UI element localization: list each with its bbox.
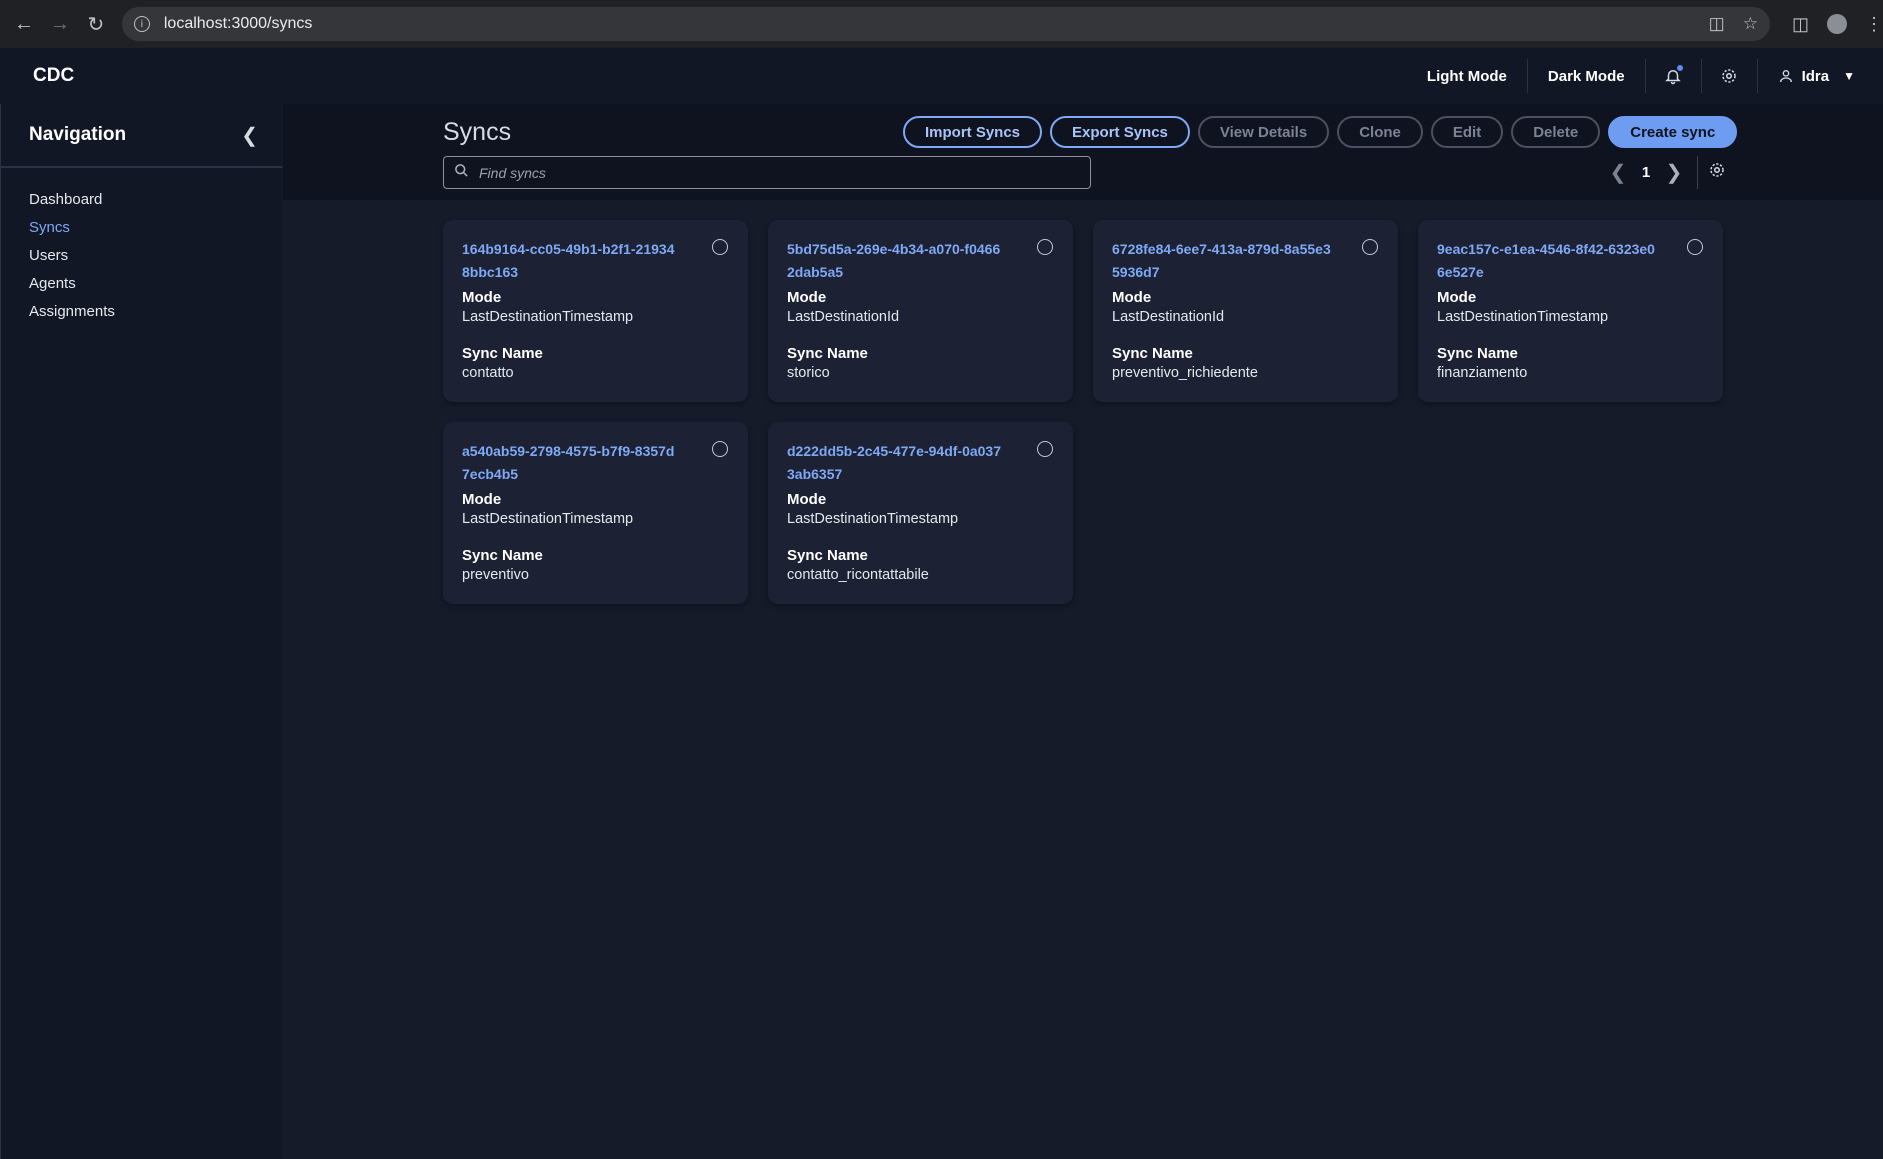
forward-icon[interactable]: → [42, 6, 78, 42]
select-radio[interactable] [712, 441, 728, 457]
caret-down-icon: ▼ [1843, 69, 1855, 83]
export-syncs-button[interactable]: Export Syncs [1050, 116, 1190, 148]
mode-value: LastDestinationTimestamp [787, 511, 959, 527]
mode-label: Mode [1112, 289, 1152, 306]
notification-dot [1676, 65, 1683, 71]
url-text[interactable]: localhost:3000/syncs [164, 15, 313, 33]
delete-button[interactable]: Delete [1511, 116, 1601, 148]
user-icon [1779, 70, 1792, 83]
select-radio[interactable] [1687, 239, 1703, 255]
browser-toolbar: ← → ↻ i localhost:3000/syncs ◫ ☆ ◫ ⋮ [0, 0, 1883, 48]
mode-label: Mode [787, 289, 827, 306]
select-radio[interactable] [1037, 441, 1053, 457]
main-content: Syncs Import Syncs Export Syncs View Det… [283, 104, 1883, 1159]
action-buttons: Import Syncs Export Syncs View Details C… [903, 116, 1738, 148]
site-info-icon[interactable]: i [133, 16, 150, 32]
user-name: Idra [1801, 67, 1830, 85]
sync-name-value: contatto [462, 365, 514, 381]
view-details-button[interactable]: View Details [1197, 116, 1330, 148]
search-box[interactable] [443, 156, 1091, 189]
edit-button[interactable]: Edit [1430, 116, 1504, 148]
bookmark-star-icon[interactable]: ☆ [1743, 14, 1758, 34]
search-icon [454, 163, 469, 182]
mode-value: LastDestinationId [1112, 309, 1225, 325]
gear-icon [1710, 163, 1724, 177]
sidebar-item-syncs[interactable]: Syncs [1, 214, 282, 242]
reload-icon[interactable]: ↻ [78, 6, 114, 42]
sync-name-label: Sync Name [787, 547, 868, 564]
sync-name-value: contatto_ricontattabile [787, 567, 929, 583]
mode-value: LastDestinationId [787, 309, 900, 325]
sync-name-label: Sync Name [1112, 345, 1193, 362]
side-panel-icon[interactable]: ◫ [1792, 14, 1809, 35]
mode-label: Mode [1437, 289, 1477, 306]
sync-name-value: storico [787, 365, 830, 381]
import-syncs-button[interactable]: Import Syncs [903, 116, 1043, 148]
sync-card[interactable]: 9eac157c-e1ea-4546-8f42-6323e06e527e Mod… [1418, 220, 1723, 402]
mode-value: LastDestinationTimestamp [462, 309, 634, 325]
mode-value: LastDestinationTimestamp [1437, 309, 1609, 325]
mode-label: Mode [462, 491, 502, 508]
brand-logo[interactable]: CDC [33, 65, 74, 87]
mode-label: Mode [462, 289, 502, 306]
page-number[interactable]: 1 [1631, 164, 1661, 181]
page-toolbar: Syncs Import Syncs Export Syncs View Det… [283, 104, 1883, 200]
sync-id-link[interactable]: 5bd75d5a-269e-4b34-a070-f04662dab5a5 [787, 238, 1007, 284]
sidebar: Navigation ❮ Dashboard Syncs Users Agent… [0, 104, 282, 1159]
select-radio[interactable] [712, 239, 728, 255]
sync-card[interactable]: 164b9164-cc05-49b1-b2f1-219348bbc163 Mod… [443, 220, 748, 402]
sync-card[interactable]: d222dd5b-2c45-477e-94df-0a0373ab6357 Mod… [768, 422, 1073, 604]
app-header: CDC Light Mode Dark Mode Idra ▼ [0, 48, 1883, 104]
table-settings-button[interactable] [1708, 161, 1726, 184]
chevron-right-icon[interactable]: ❯ [1661, 160, 1687, 185]
sync-name-label: Sync Name [462, 345, 543, 362]
address-bar[interactable]: i localhost:3000/syncs ◫ ☆ [121, 7, 1770, 41]
sync-id-link[interactable]: 6728fe84-6ee7-413a-879d-8a55e35936d7 [1112, 238, 1332, 284]
sync-name-value: preventivo_richiedente [1112, 365, 1258, 381]
sync-card[interactable]: 6728fe84-6ee7-413a-879d-8a55e35936d7 Mod… [1093, 220, 1398, 402]
select-radio[interactable] [1362, 239, 1378, 255]
sync-name-label: Sync Name [462, 547, 543, 564]
mode-label: Mode [787, 491, 827, 508]
select-radio[interactable] [1037, 239, 1053, 255]
dark-mode-button[interactable]: Dark Mode [1528, 59, 1646, 93]
page-title: Syncs [443, 118, 512, 146]
sidebar-item-dashboard[interactable]: Dashboard [1, 186, 282, 214]
chevron-left-icon[interactable]: ❮ [1605, 160, 1631, 185]
sync-name-label: Sync Name [787, 345, 868, 362]
sync-name-label: Sync Name [1437, 345, 1518, 362]
sidebar-item-assignments[interactable]: Assignments [1, 298, 282, 326]
sync-card[interactable]: 5bd75d5a-269e-4b34-a070-f04662dab5a5 Mod… [768, 220, 1073, 402]
sync-name-value: finanziamento [1437, 365, 1528, 381]
sidebar-item-agents[interactable]: Agents [1, 270, 282, 298]
light-mode-button[interactable]: Light Mode [1407, 59, 1528, 93]
notifications-button[interactable] [1646, 59, 1702, 93]
sync-id-link[interactable]: 164b9164-cc05-49b1-b2f1-219348bbc163 [462, 238, 682, 284]
sync-card[interactable]: a540ab59-2798-4575-b7f9-8357d7ecb4b5 Mod… [443, 422, 748, 604]
clone-button[interactable]: Clone [1337, 116, 1423, 148]
profile-avatar[interactable] [1826, 14, 1847, 34]
sync-id-link[interactable]: d222dd5b-2c45-477e-94df-0a0373ab6357 [787, 440, 1007, 486]
sync-id-link[interactable]: 9eac157c-e1ea-4546-8f42-6323e06e527e [1437, 238, 1657, 284]
sidebar-header: Navigation ❮ [1, 104, 282, 168]
browser-menu-icon[interactable]: ⋮ [1865, 14, 1883, 35]
pagination: ❮ 1 ❯ [1605, 156, 1726, 189]
settings-button[interactable] [1702, 59, 1758, 93]
install-app-icon[interactable]: ◫ [1709, 14, 1725, 34]
back-icon[interactable]: ← [6, 6, 42, 42]
pager-divider [1697, 156, 1698, 189]
sidebar-title: Navigation [29, 124, 127, 145]
create-sync-button[interactable]: Create sync [1608, 116, 1738, 148]
sync-card-grid: 164b9164-cc05-49b1-b2f1-219348bbc163 Mod… [443, 220, 1723, 604]
sidebar-item-users[interactable]: Users [1, 242, 282, 270]
nav-list: Dashboard Syncs Users Agents Assignments [1, 168, 282, 326]
sync-id-link[interactable]: a540ab59-2798-4575-b7f9-8357d7ecb4b5 [462, 440, 682, 486]
gear-icon [1722, 69, 1736, 83]
user-menu[interactable]: Idra ▼ [1758, 68, 1855, 85]
chevron-left-icon[interactable]: ❮ [241, 123, 258, 148]
mode-value: LastDestinationTimestamp [462, 511, 634, 527]
search-input[interactable] [479, 164, 1059, 181]
sync-name-value: preventivo [462, 567, 529, 583]
